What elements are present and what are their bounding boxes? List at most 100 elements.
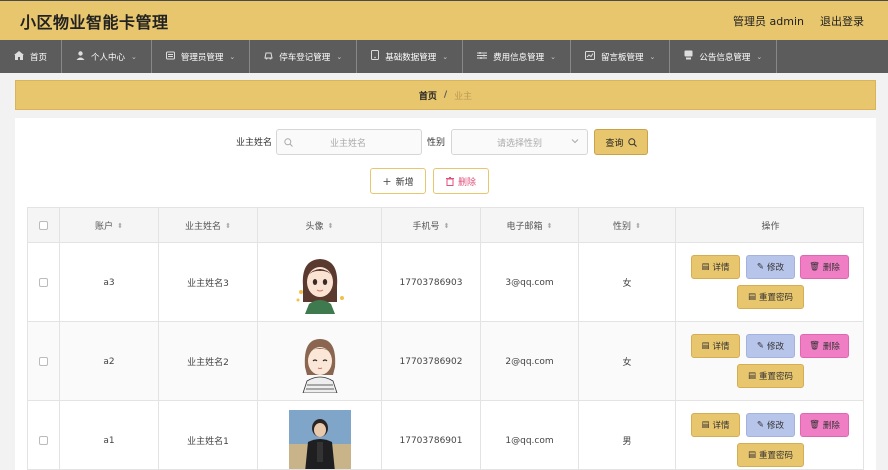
nav-item-notice-manage[interactable]: 公告信息管理 ⌄ (670, 40, 778, 73)
col-header-owner-name[interactable]: 业主姓名 ⬍ (159, 208, 258, 243)
add-button[interactable]: + 新增 (370, 168, 426, 194)
nav-item-label: 首页 (30, 52, 48, 63)
breadcrumb-home-link[interactable]: 首页 (419, 89, 437, 102)
chevron-down-icon: ⌄ (442, 52, 449, 61)
pencil-icon: ✎ (756, 420, 765, 430)
edit-button[interactable]: ✎ 修改 (746, 413, 795, 437)
delete-button[interactable]: 🗑 删除 (800, 334, 849, 358)
search-form: 业主姓名 业主姓名 性别 请选择性别 查询 (15, 129, 876, 155)
trash-icon: 🗑 (809, 420, 820, 430)
delete-button[interactable]: 🗑 删除 (800, 413, 849, 437)
nav-item-basic-data[interactable]: 基础数据管理 ⌄ (357, 40, 464, 73)
notice-icon (684, 50, 693, 63)
cell-account: a1 (60, 401, 159, 469)
cell-account: a3 (60, 243, 159, 322)
owner-name-placeholder: 业主姓名 (330, 138, 367, 149)
nav-item-label: 管理员管理 (180, 52, 224, 63)
delete-label: 删除 (822, 342, 840, 352)
cell-avatar (258, 401, 382, 469)
delete-button[interactable]: 🗑 删除 (800, 255, 849, 279)
admin-user-label[interactable]: 管理员 admin (733, 13, 804, 29)
avatar (288, 330, 351, 393)
batch-delete-button[interactable]: 删除 (433, 168, 489, 194)
reset-password-button[interactable]: ▤ 重置密码 (737, 364, 804, 388)
col-header-gender[interactable]: 性别 ⬍ (579, 208, 676, 243)
col-header-operations: 操作 (676, 208, 863, 243)
col-header-label: 手机号 (412, 222, 440, 232)
detail-label: 详情 (712, 421, 730, 431)
home-icon (14, 50, 24, 63)
search-icon (284, 137, 293, 147)
table-header-row: 账户 ⬍ 业主姓名 ⬍ 头像 ⬍ 手机号 ⬍ 电子邮箱 ⬍ 性别 ⬍ 操作 (28, 208, 863, 243)
cell-account: a2 (60, 322, 159, 401)
detail-label: 详情 (712, 342, 730, 352)
query-label: 查询 (605, 138, 624, 149)
admin-icon (165, 51, 175, 63)
detail-button[interactable]: ▤ 详情 (691, 334, 740, 358)
breadcrumb-separator: / (443, 90, 448, 100)
message-icon (584, 50, 595, 63)
col-header-label: 性别 (613, 222, 632, 232)
cell-owner-name: 业主姓名2 (159, 322, 258, 401)
cell-email: 1@qq.com (481, 401, 579, 469)
document-icon: ▤ (747, 450, 756, 460)
detail-button[interactable]: ▤ 详情 (691, 255, 740, 279)
gender-placeholder: 请选择性别 (496, 138, 542, 149)
content-panel: 业主姓名 业主姓名 性别 请选择性别 查询 + 新增 删除 账户 ⬍ 业主姓名 … (15, 118, 876, 470)
col-header-phone[interactable]: 手机号 ⬍ (382, 208, 481, 243)
reset-password-label: 重置密码 (759, 451, 794, 461)
owner-name-input[interactable]: 业主姓名 (276, 129, 422, 155)
fee-icon (477, 51, 488, 63)
chevron-down-icon: ⌄ (756, 52, 763, 61)
cell-email: 3@qq.com (481, 243, 579, 322)
delete-label: 删除 (822, 421, 840, 431)
edit-button[interactable]: ✎ 修改 (746, 255, 795, 279)
pencil-icon: ✎ (756, 262, 765, 272)
reset-password-label: 重置密码 (759, 372, 794, 382)
col-header-label: 操作 (761, 222, 780, 232)
sort-icon: ⬍ (117, 221, 123, 230)
sort-icon: ⬍ (225, 221, 231, 230)
col-header-label: 头像 (305, 222, 324, 232)
edit-button[interactable]: ✎ 修改 (746, 334, 795, 358)
row-checkbox[interactable] (39, 436, 48, 445)
row-checkbox[interactable] (39, 278, 48, 287)
nav-item-label: 费用信息管理 (493, 52, 545, 63)
trash-icon: 🗑 (809, 262, 820, 272)
reset-password-button[interactable]: ▤ 重置密码 (737, 285, 804, 309)
pencil-icon: ✎ (756, 341, 765, 351)
table-row: a3 业主姓名3 17703786903 3@qq.com 女 ▤ 详情 ✎ 修… (28, 243, 863, 322)
nav-item-fee-manage[interactable]: 费用信息管理 ⌄ (463, 40, 571, 73)
query-button[interactable]: 查询 (594, 129, 648, 155)
detail-button[interactable]: ▤ 详情 (691, 413, 740, 437)
app-title: 小区物业智能卡管理 (20, 12, 169, 32)
nav-item-home[interactable]: 首页 (0, 40, 63, 73)
gender-select[interactable]: 请选择性别 (451, 129, 588, 155)
gender-label: 性别 (427, 138, 446, 148)
nav-item-label: 基础数据管理 (385, 52, 437, 63)
cell-gender: 男 (579, 401, 676, 469)
select-all-checkbox[interactable] (39, 221, 48, 230)
table-row: a2 业主姓名2 17703786902 2@qq.com 女 ▤ 详情 ✎ 修… (28, 322, 863, 401)
col-header-avatar[interactable]: 头像 ⬍ (258, 208, 382, 243)
row-checkbox[interactable] (39, 357, 48, 366)
document-icon: ▤ (701, 341, 710, 351)
logout-link[interactable]: 退出登录 (820, 13, 864, 29)
add-label: 新增 (395, 177, 414, 188)
cell-operations: ▤ 详情 ✎ 修改 🗑 删除 ▤ 重置密码 (676, 322, 863, 401)
document-icon: ▤ (701, 262, 710, 272)
reset-password-label: 重置密码 (759, 293, 794, 303)
nav-item-personal-center[interactable]: 个人中心 ⌄ (62, 40, 152, 73)
owner-name-label: 业主姓名 (236, 138, 273, 148)
nav-item-admin-manage[interactable]: 管理员管理 ⌄ (152, 40, 251, 73)
reset-password-button[interactable]: ▤ 重置密码 (737, 443, 804, 467)
nav-item-label: 公告信息管理 (699, 52, 751, 63)
col-header-account[interactable]: 账户 ⬍ (60, 208, 159, 243)
action-toolbar: + 新增 删除 (15, 168, 876, 194)
document-icon: ▤ (747, 292, 756, 302)
col-header-email[interactable]: 电子邮箱 ⬍ (481, 208, 579, 243)
cell-avatar (258, 243, 382, 322)
detail-label: 详情 (712, 263, 730, 273)
nav-item-parking-manage[interactable]: 停车登记管理 ⌄ (250, 40, 358, 73)
nav-item-message-board[interactable]: 留言板管理 ⌄ (571, 40, 671, 73)
